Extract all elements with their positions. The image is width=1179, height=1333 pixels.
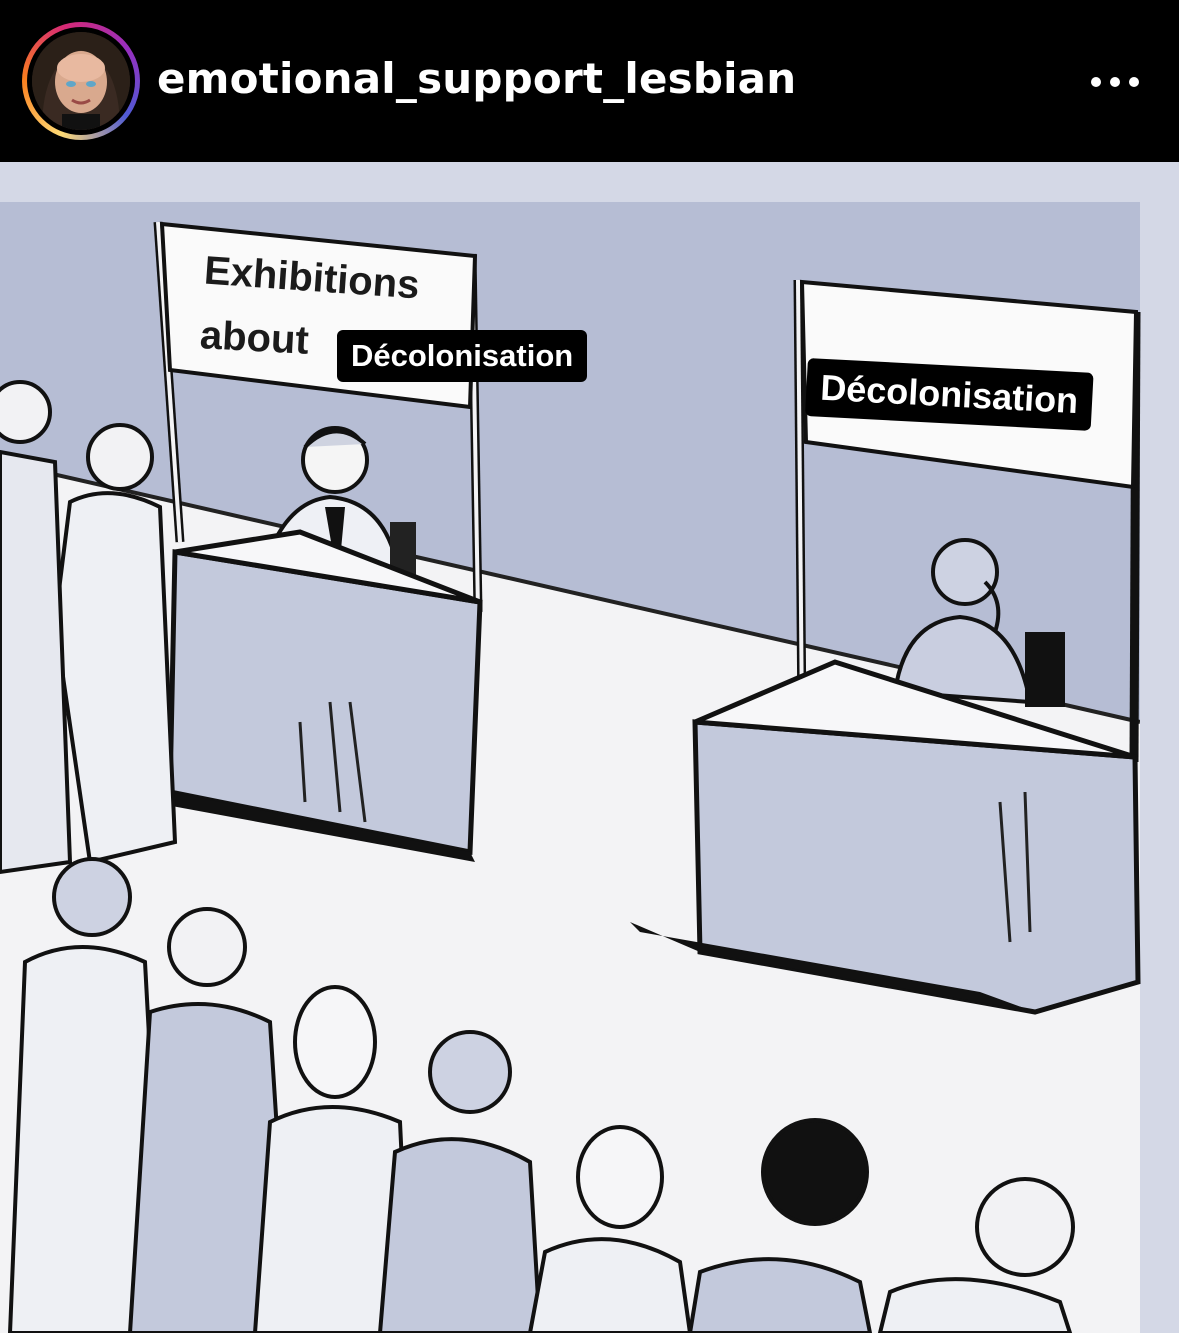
post-image[interactable]: Exhibitions about Décolonisation Décolon… xyxy=(0,162,1179,1333)
left-sign-line2: about xyxy=(198,313,310,363)
ellipsis-horizontal-icon[interactable] xyxy=(1080,60,1150,104)
post-header: emotional_support_lesbian xyxy=(0,0,1179,162)
username[interactable]: emotional_support_lesbian xyxy=(157,54,796,103)
meme-illustration xyxy=(0,202,1179,1333)
avatar[interactable] xyxy=(32,32,130,130)
story-ring[interactable] xyxy=(22,22,140,140)
left-sign-tag: Décolonisation xyxy=(337,330,588,382)
avatar-image xyxy=(32,32,130,130)
